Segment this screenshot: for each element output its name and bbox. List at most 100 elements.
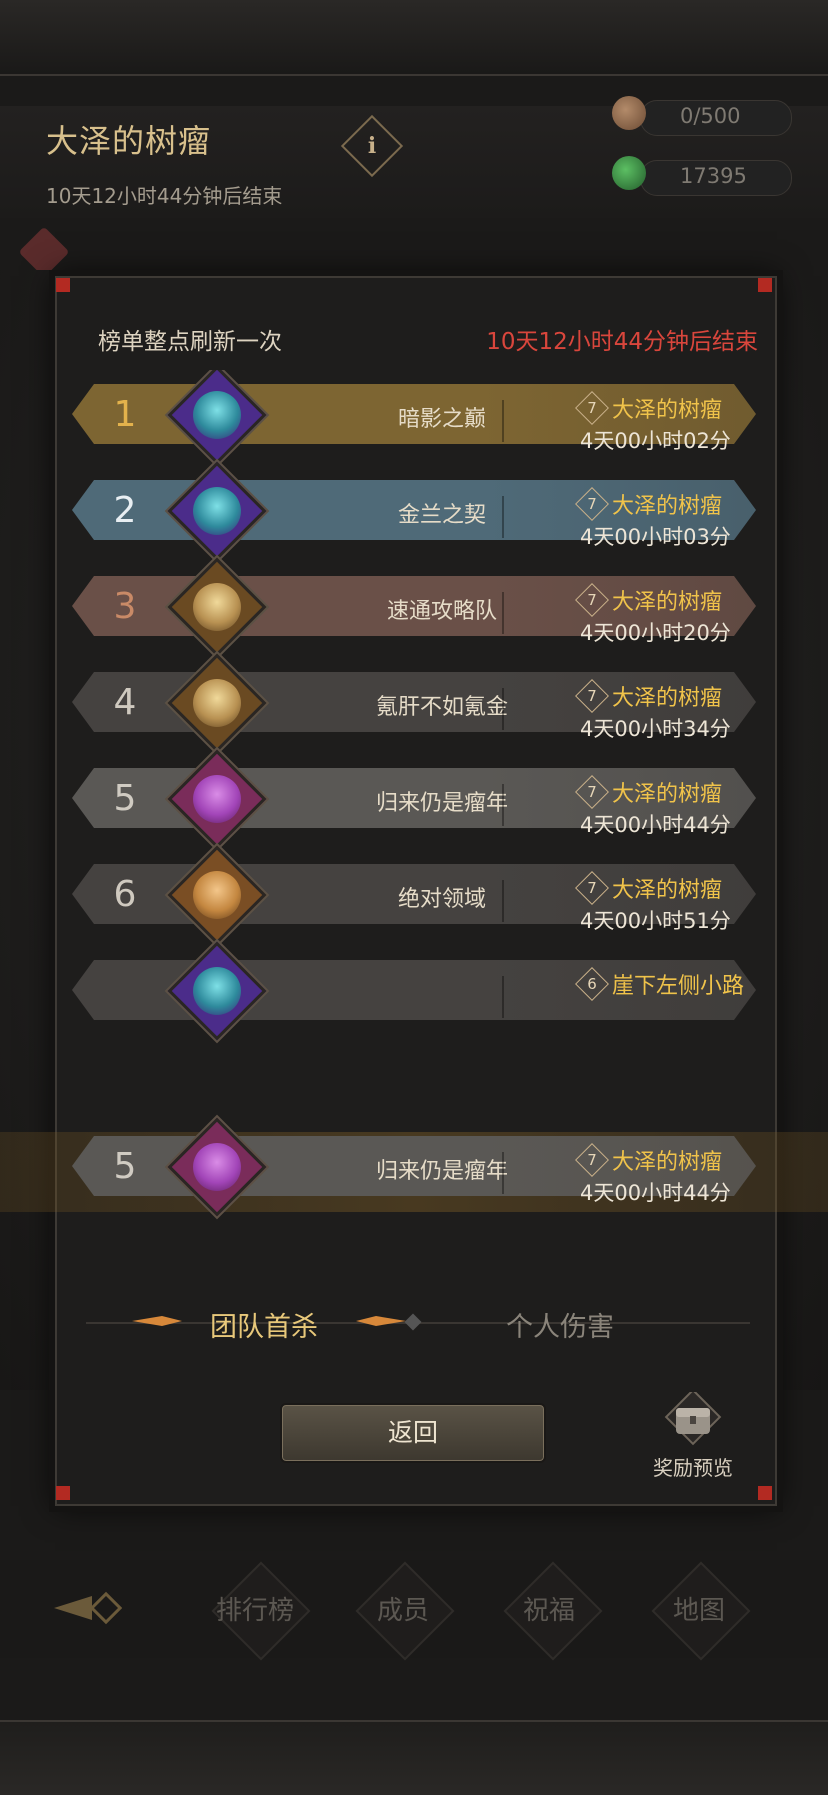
rank-row[interactable]: 3 速通攻略队 7 大泽的树瘤 4天00小时20分 [62, 557, 766, 657]
boss-name: 大泽的树瘤 [612, 398, 723, 423]
row-divider [502, 400, 504, 442]
team-name: 归来仍是瘤年 [375, 791, 508, 816]
rank-number: 2 [113, 490, 137, 531]
clear-time: 4天00小时03分 [580, 525, 731, 549]
crest-emblem [193, 487, 241, 535]
boss-info: 7 大泽的树瘤 [575, 487, 760, 521]
corner-ornament [56, 278, 70, 292]
unicorn-crest-icon [167, 653, 267, 753]
rank-row[interactable]: 2 金兰之契 7 大泽的树瘤 4天00小时03分 [62, 461, 766, 561]
corner-ornament [758, 1486, 772, 1500]
reward-preview-label[interactable]: 奖励预览 [648, 1452, 738, 1481]
boss-name: 大泽的树瘤 [612, 1150, 723, 1175]
boss-info: 6 崖下左侧小路 [575, 967, 760, 1001]
rank-number: 3 [113, 586, 137, 627]
clear-time: 4天00小时51分 [580, 909, 731, 933]
treasure-chest-icon[interactable] [660, 1388, 726, 1448]
boss-name: 大泽的树瘤 [612, 686, 723, 711]
mask-crest-icon [167, 845, 267, 945]
nav-map[interactable]: 地图 [673, 1590, 725, 1627]
corner-ornament [758, 278, 772, 292]
refresh-hint: 榜单整点刷新一次 [98, 329, 282, 355]
end-timer: 10天12小时44分钟后结束 [486, 329, 758, 355]
boss-level: 6 [587, 975, 597, 993]
boss-level: 7 [587, 783, 597, 801]
team-name: 氪肝不如氪金 [375, 695, 508, 720]
boss-level-icon: 7 [575, 871, 609, 905]
row-divider [502, 1152, 504, 1194]
crest-emblem [193, 1143, 241, 1191]
boss-info: 7 大泽的树瘤 [575, 679, 760, 713]
back-arrow-icon[interactable] [52, 1588, 123, 1628]
boss-name: 大泽的树瘤 [612, 494, 723, 519]
rank-number: 1 [113, 394, 137, 435]
boss-name: 大泽的树瘤 [612, 878, 723, 903]
boss-level-icon: 7 [575, 391, 609, 425]
wizard-crest-icon [167, 941, 267, 1041]
crest-emblem [193, 871, 241, 919]
wizard-crest-icon [167, 461, 267, 561]
boss-level: 7 [587, 399, 597, 417]
rank-number: 4 [113, 682, 137, 723]
boss-level-icon: 7 [575, 1143, 609, 1177]
boss-info: 7 大泽的树瘤 [575, 391, 760, 425]
team-name: 暗影之巅 [397, 407, 486, 432]
clear-time: 4天00小时44分 [580, 1181, 731, 1205]
boss-level-icon: 7 [575, 583, 609, 617]
crest-emblem [193, 583, 241, 631]
boss-name: 大泽的树瘤 [612, 782, 723, 807]
row-divider [502, 496, 504, 538]
rank-number: 5 [113, 778, 137, 819]
rank-number: 6 [113, 874, 137, 915]
return-button[interactable]: 返回 [280, 1403, 546, 1463]
boss-level-icon: 6 [575, 967, 609, 1001]
my-rank-row[interactable]: 5 归来仍是瘤年 7 大泽的树瘤 4天00小时44分 [62, 1117, 766, 1217]
boss-level: 7 [587, 1151, 597, 1169]
corner-ornament [56, 1486, 70, 1500]
top-frame [0, 0, 828, 76]
tab-left-ornament-icon [132, 1313, 182, 1329]
resource-herb-value: 17395 [680, 164, 747, 188]
row-divider [502, 784, 504, 826]
meat-icon [612, 96, 646, 130]
boss-name: 大泽的树瘤 [612, 590, 723, 615]
nav-members[interactable]: 成员 [377, 1590, 429, 1627]
boss-level-icon: 7 [575, 679, 609, 713]
tab-team-first-kill[interactable]: 团队首杀 [210, 1305, 318, 1344]
rank-row[interactable]: 4 氪肝不如氪金 7 大泽的树瘤 4天00小时34分 [62, 653, 766, 753]
knight-crest-icon [167, 1117, 267, 1217]
rank-row[interactable]: 6 绝对领域 7 大泽的树瘤 4天00小时51分 [62, 845, 766, 945]
boss-name: 崖下左侧小路 [612, 974, 745, 999]
row-divider [502, 592, 504, 634]
boss-info: 7 大泽的树瘤 [575, 583, 760, 617]
boss-level-icon: 7 [575, 775, 609, 809]
team-name: 速通攻略队 [386, 599, 497, 624]
crest-emblem [193, 967, 241, 1015]
rank-list[interactable]: 1 暗影之巅 7 大泽的树瘤 4天00小时02分 2 金兰之契 7 大泽的树瘤 4天00小时03分… [62, 370, 766, 1060]
rank-row[interactable]: 1 暗影之巅 7 大泽的树瘤 4天00小时02分 [62, 370, 766, 465]
clear-time: 4天00小时20分 [580, 621, 731, 645]
nav-leaderboard[interactable]: 排行榜 [216, 1590, 294, 1627]
row-divider [502, 976, 504, 1018]
herb-icon [612, 156, 646, 190]
my-rank-row-host: 5 归来仍是瘤年 7 大泽的树瘤 4天00小时44分 [62, 1117, 766, 1217]
resource-meat-value: 0/500 [680, 104, 741, 128]
crest-emblem [193, 775, 241, 823]
team-name: 归来仍是瘤年 [375, 1159, 508, 1184]
nav-blessing[interactable]: 祝福 [523, 1590, 575, 1627]
boss-level: 7 [587, 879, 597, 897]
boss-info: 7 大泽的树瘤 [575, 775, 760, 809]
boss-info: 7 大泽的树瘤 [575, 1143, 760, 1177]
boss-level-icon: 7 [575, 487, 609, 521]
tab-personal-damage[interactable]: 个人伤害 [506, 1305, 614, 1344]
tab-right-ornament-icon [356, 1313, 406, 1329]
boss-level: 7 [587, 591, 597, 609]
rank-row[interactable]: 5 归来仍是瘤年 7 大泽的树瘤 4天00小时44分 [62, 749, 766, 849]
rank-number: 5 [113, 1146, 137, 1187]
crest-emblem [193, 679, 241, 727]
rank-row[interactable]: 6 崖下左侧小路 [62, 941, 766, 1041]
crest-emblem [193, 391, 241, 439]
boss-level: 7 [587, 687, 597, 705]
clear-time: 4天00小时44分 [580, 813, 731, 837]
page-title: 大泽的树瘤 [46, 122, 212, 160]
